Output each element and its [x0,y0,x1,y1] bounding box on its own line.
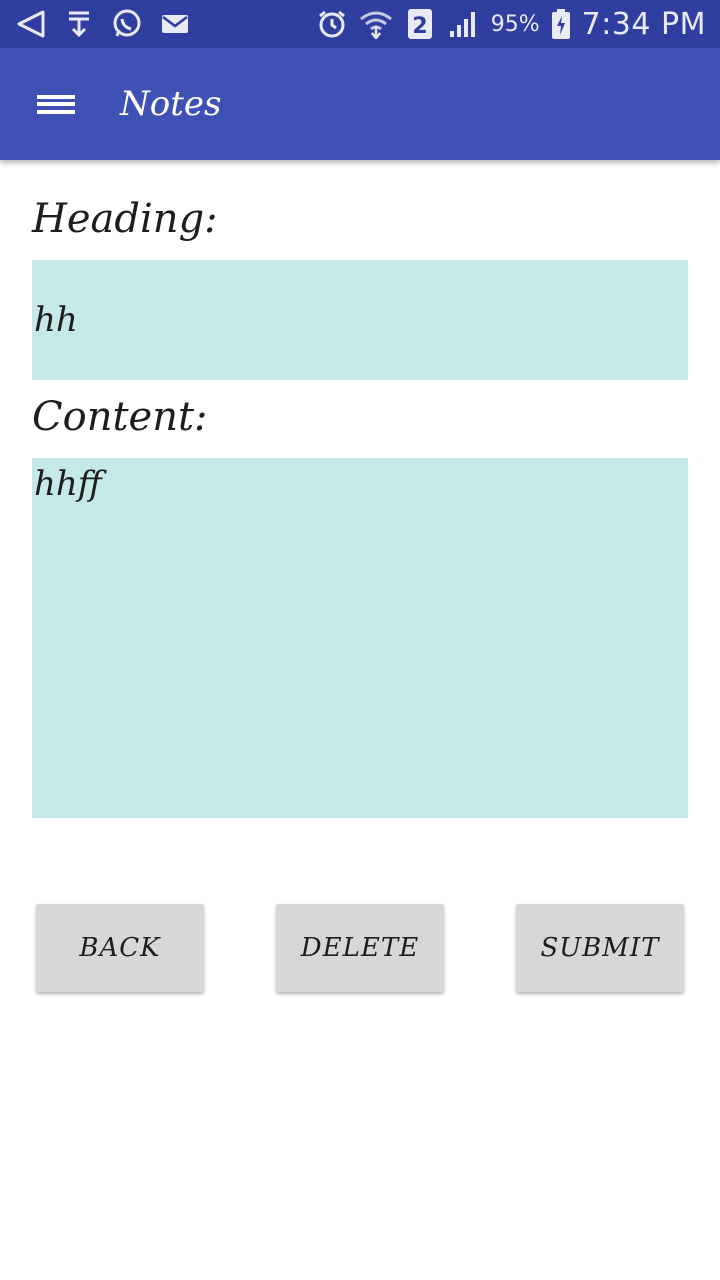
battery-charging-icon [550,7,572,41]
hamburger-menu-icon[interactable] [0,48,112,160]
mail-icon [158,7,192,41]
delete-button[interactable]: DELETE [276,904,444,992]
status-bar: 2 95% 7:34 PM [0,0,720,48]
heading-field[interactable]: hh [32,260,688,380]
back-button[interactable]: BACK [36,904,204,992]
whatsapp-icon [110,7,144,41]
sim-icon: 2 [403,7,437,41]
clock-time: 7:34 PM [581,6,706,42]
signal-icon [447,7,481,41]
content-field[interactable]: hhff [32,458,688,818]
navigation-icon [14,7,48,41]
alarm-icon [315,7,349,41]
download-icon [62,7,96,41]
heading-value: hh [34,300,78,340]
content-value: hhff [34,464,102,504]
content-label: Content: [32,394,208,440]
wifi-icon [359,7,393,41]
app-bar: Notes [0,48,720,160]
heading-label: Heading: [32,196,218,242]
page-title: Notes [120,84,222,124]
battery-percent: 95% [490,11,540,37]
status-left-icons [14,7,206,41]
sim-badge: 2 [412,14,427,39]
status-right-icons: 2 95% 7:34 PM [315,7,706,42]
submit-button[interactable]: SUBMIT [516,904,684,992]
